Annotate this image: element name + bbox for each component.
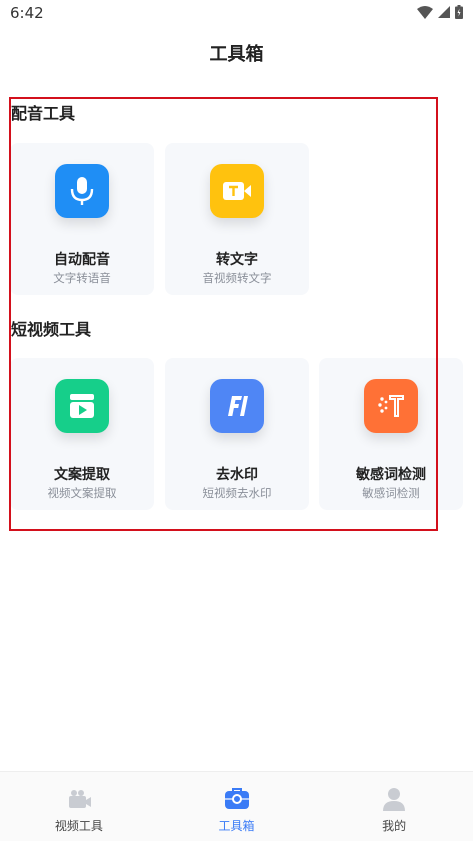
nav-item-mine[interactable]: 我的 [315,772,473,841]
tool-description: 视频文案提取 [47,486,117,500]
video-text-icon [210,164,264,218]
wifi-icon [417,5,433,19]
tool-label: 去水印 [216,467,258,483]
status-icons [417,5,463,19]
page-title: 工具箱 [209,44,264,65]
tool-card-copy-extract[interactable]: 文案提取 视频文案提取 [10,358,154,510]
signal-icon [438,6,450,18]
tool-description: 短视频去水印 [202,486,272,500]
watermark-icon [210,379,264,433]
microphone-icon [55,164,109,218]
toolbox-icon [224,786,250,812]
tool-description: 音视频转文字 [202,271,272,285]
tool-card-remove-watermark[interactable]: 去水印 短视频去水印 [165,358,309,510]
tool-card-to-text[interactable]: 转文字 音视频转文字 [165,143,309,295]
status-time: 6:42 [10,4,44,22]
nav-label: 工具箱 [218,819,255,833]
section-title-short-video: 短视频工具 [11,320,92,339]
video-copy-icon [55,379,109,433]
sensitive-text-icon [364,379,418,433]
tool-label: 转文字 [216,252,258,268]
video-camera-icon [66,786,92,812]
nav-item-video-tools[interactable]: 视频工具 [0,772,158,841]
section-title-dubbing: 配音工具 [11,104,76,123]
nav-label: 我的 [382,819,407,833]
tool-card-sensitive-words[interactable]: 敏感词检测 敏感词检测 [319,358,463,510]
tool-label: 自动配音 [54,252,110,268]
battery-icon [455,5,463,19]
nav-item-toolbox[interactable]: 工具箱 [158,772,316,841]
tool-label: 文案提取 [54,467,110,483]
status-bar: 6:42 [0,0,473,26]
tool-card-auto-dubbing[interactable]: 自动配音 文字转语音 [10,143,154,295]
nav-label: 视频工具 [54,819,103,833]
tool-label: 敏感词检测 [356,467,426,483]
bottom-nav: 视频工具 工具箱 我的 [0,771,473,841]
user-icon [381,786,407,812]
tool-description: 敏感词检测 [362,486,420,500]
tool-description: 文字转语音 [53,271,111,285]
